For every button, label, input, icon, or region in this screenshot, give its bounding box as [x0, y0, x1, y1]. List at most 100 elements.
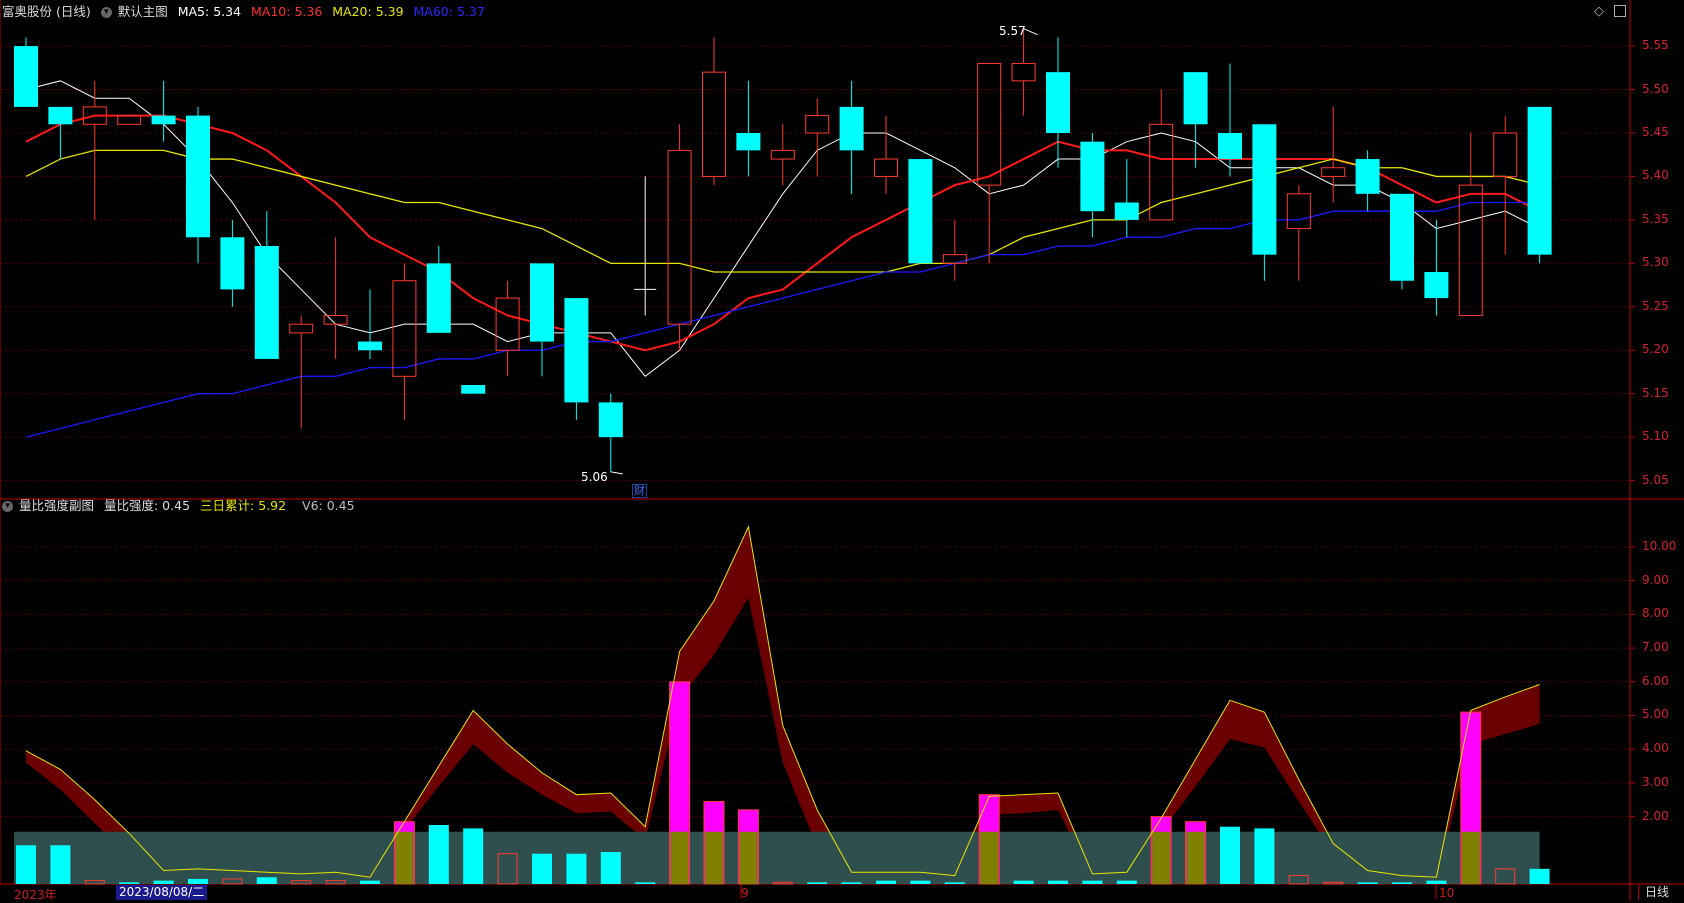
- candle-body: [495, 297, 520, 351]
- ratio-bar-base: [739, 831, 758, 884]
- candle-body: [151, 115, 176, 125]
- candle-body: [289, 323, 314, 334]
- ratio-bar: [807, 882, 828, 884]
- stock-name[interactable]: 富奥股份 (日线): [2, 4, 91, 19]
- price-tick-label: 5.45: [1642, 124, 1669, 139]
- ratio-bar: [428, 825, 449, 884]
- low-pointer: [610, 471, 623, 475]
- ratio-bar: [1392, 882, 1412, 884]
- candle-body: [1527, 106, 1552, 255]
- ratio-ribbon: [26, 526, 1540, 881]
- candle-body: [1046, 72, 1070, 133]
- ratio-bar: [841, 882, 862, 884]
- candle-body: [736, 132, 761, 151]
- ratio-bar-base: [1152, 831, 1171, 884]
- ratio-tick-label: 5.00: [1642, 707, 1669, 722]
- ratio-tick-label: 8.00: [1642, 606, 1669, 621]
- ratio-bar: [1357, 882, 1378, 884]
- month-9-label: 9: [741, 886, 749, 900]
- ratio-bar: [532, 853, 552, 884]
- finance-marker[interactable]: 财: [632, 484, 647, 498]
- candle-body: [1149, 123, 1174, 221]
- candle-body: [770, 149, 795, 160]
- period-label[interactable]: 日线: [1638, 885, 1669, 900]
- candle-body: [564, 298, 589, 403]
- ratio-bar: [635, 882, 656, 884]
- candle-body: [1493, 132, 1518, 177]
- candle-body: [805, 115, 830, 134]
- candle-body: [14, 46, 38, 107]
- cursor-date-label: 2023/08/08/二: [116, 885, 208, 900]
- candle-body: [117, 115, 142, 125]
- ma5-value: MA5: 5.34: [177, 4, 242, 19]
- price-tick-label: 5.35: [1642, 211, 1669, 226]
- candle-body: [1286, 193, 1311, 230]
- high-price-label: 5.57: [999, 24, 1026, 38]
- threshold-band: [14, 831, 1540, 884]
- ratio-bar: [876, 880, 896, 884]
- candle-body: [392, 280, 417, 377]
- candle-body: [1114, 202, 1139, 220]
- ma10-value: MA10: 5.36: [251, 4, 323, 19]
- candle-body: [1080, 141, 1105, 212]
- candle-body: [1424, 272, 1449, 299]
- candle-body: [1011, 62, 1036, 82]
- ratio-ribbon-area: [26, 526, 1540, 881]
- candle-body: [254, 245, 279, 359]
- sub-chart-name[interactable]: 量比强度副图: [19, 498, 94, 513]
- candle-body: [1355, 159, 1380, 194]
- volume-ratio-lines: [25, 525, 1540, 878]
- ratio-tick-label: 7.00: [1642, 640, 1669, 655]
- chart-annotations: [610, 28, 1038, 475]
- ratio-bar-base: [670, 831, 689, 884]
- ratio-bar-base: [980, 831, 999, 884]
- candle-body: [1183, 72, 1208, 125]
- chevron-down-icon[interactable]: ▾: [2, 501, 13, 512]
- price-tick-label: 5.15: [1642, 385, 1669, 400]
- main-chart-header: 富奥股份 (日线) ▾ 默认主图 MA5: 5.34 MA10: 5.36 MA2…: [2, 3, 491, 21]
- ratio-bar: [188, 878, 208, 884]
- ratio-bar: [1048, 880, 1068, 884]
- ratio-bar: [1220, 826, 1240, 884]
- chevron-down-icon[interactable]: ▾: [100, 7, 112, 18]
- candle-body: [839, 106, 864, 151]
- ma20-value: MA20: 5.39: [332, 4, 404, 19]
- ma60-value: MA60: 5.37: [413, 4, 485, 19]
- price-tick-label: 5.10: [1642, 429, 1669, 444]
- sub-chart-header: ▾ 量比强度副图 量比强度: 0.45 三日累计: 5.92 V6: 0.45: [2, 497, 361, 515]
- price-tick-label: 5.25: [1642, 298, 1669, 313]
- candle-body: [874, 158, 898, 177]
- candle-body: [702, 71, 726, 177]
- price-tick-label: 5.05: [1642, 472, 1669, 487]
- diamond-icon[interactable]: ◇: [1594, 4, 1604, 19]
- chart-canvas[interactable]: [0, 0, 1684, 901]
- ratio-bar: [463, 828, 484, 884]
- sum3-value: 三日累计: 5.92: [200, 498, 287, 513]
- month-10-label: 10: [1439, 886, 1455, 900]
- ratio-bar: [1082, 880, 1103, 884]
- vr-value: 量比强度: 0.45: [104, 498, 191, 513]
- price-tick-label: 5.30: [1642, 255, 1669, 270]
- ratio-bar: [256, 877, 277, 884]
- year-label: 2023年: [14, 888, 57, 902]
- ratio-tick-label: 3.00: [1642, 774, 1669, 789]
- candle-body: [1252, 124, 1277, 255]
- candle-body: [1390, 193, 1414, 281]
- candle-body: [977, 62, 1002, 186]
- price-tick-label: 5.40: [1642, 168, 1669, 183]
- ratio-bar: [1426, 880, 1447, 884]
- candlesticks: [14, 28, 1552, 472]
- ratio-tick-label: 10.00: [1642, 538, 1677, 553]
- ma-line-ma60: [25, 201, 1540, 438]
- ratio-bar: [566, 853, 587, 884]
- ratio-bar: [1254, 828, 1275, 884]
- price-tick-label: 5.55: [1642, 38, 1669, 53]
- close-box-icon[interactable]: [1614, 5, 1626, 17]
- candle-body: [48, 106, 73, 125]
- threshold-band-area: [14, 831, 1540, 884]
- ratio-bar: [153, 880, 174, 884]
- v6-value: V6: 0.45: [302, 498, 355, 513]
- main-chart-name[interactable]: 默认主图: [118, 4, 168, 19]
- ratio-bar: [1116, 880, 1137, 884]
- candle-body: [186, 115, 210, 238]
